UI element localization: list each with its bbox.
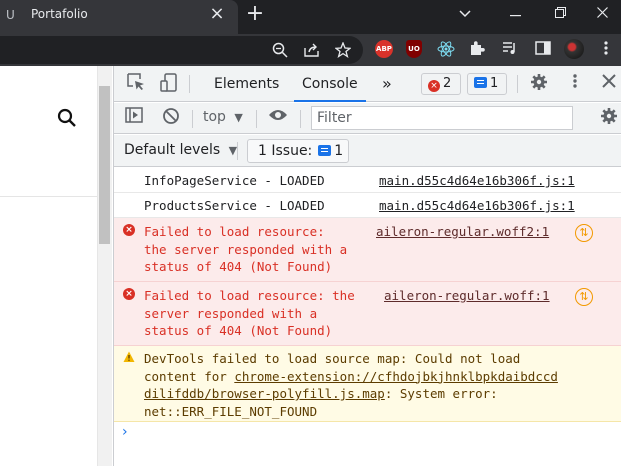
console-prompt-chevron-icon[interactable]: › [122,424,128,440]
console-settings-gear-icon[interactable] [598,107,620,129]
devtools-menu-icon[interactable] [564,73,586,95]
chevron-down-icon: ▼ [234,111,243,124]
tabbar-divider [189,75,190,93]
console-message-error: × Failed to load resource: the server re… [114,282,621,346]
message-text: InfoPageService - LOADED [144,173,325,188]
message-text-line: net::ERR_FILE_NOT_FOUND [144,403,318,419]
show-sidebar-icon[interactable] [123,107,145,129]
browser-toolbar [0,34,621,66]
message-text-fragment: content for [144,368,235,384]
extensions-puzzle-icon[interactable] [467,40,487,60]
console-message-error: × Failed to load resource: the server re… [114,218,621,282]
message-text: Failed to load resource: the server resp… [144,224,348,274]
issues-button[interactable]: 1 Issue: 1 [247,139,349,163]
ublock-origin-icon[interactable]: UO [406,40,422,58]
issues-count: 1 [334,143,344,159]
console-message-info: InfoPageService - LOADED main.d55c4d64e1… [114,168,621,193]
search-icon[interactable] [57,108,79,130]
message-text-fragment: : System error: [384,386,498,401]
source-link[interactable]: main.d55c4d64e16b306f.js:1 [379,172,575,190]
console-filter-bar: top ▼ Filter [114,103,621,134]
page-section [0,196,98,466]
page-scrollbar-thumb[interactable] [99,86,110,244]
source-link[interactable]: aileron-regular.woff:1 [384,287,550,305]
react-devtools-icon[interactable] [436,40,456,60]
message-text-line: DevTools failed to load source map: Coul… [144,351,521,366]
media-queue-icon[interactable] [500,40,520,60]
levels-divider [237,142,238,160]
tab-search-icon[interactable] [443,0,487,28]
error-icon: × [123,288,135,300]
console-message-warning: DevTools failed to load source map: Coul… [114,346,621,422]
close-window-icon[interactable] [580,0,621,28]
title-bar: U Portafolio × + [0,0,621,34]
restore-icon[interactable] [538,0,582,28]
network-request-icon[interactable]: ⇅ [575,288,593,306]
error-icon: × [428,80,440,92]
message-icon [474,77,487,88]
tab-title: Portafolio [31,7,88,21]
devtools-panel: Elements Console » × 2 1 top ▼ Filter De… [113,66,621,466]
zoom-icon[interactable] [270,40,290,60]
inspect-element-icon[interactable] [125,73,147,95]
context-selector-value: top [203,109,226,125]
console-levels-bar: Default levels ▼ 1 Issue: 1 [114,135,621,167]
tabbar-divider-2 [517,75,518,93]
live-expression-eye-icon[interactable] [266,107,290,129]
issues-label: 1 Issue: [258,143,313,159]
message-count-badge[interactable]: 1 [467,73,507,95]
console-message-info: ProductsService - LOADED main.d55c4d64e1… [114,193,621,218]
source-map-link-continued[interactable]: dilifddb/browser-polyfill.js.map [144,386,385,401]
settings-gear-icon[interactable] [528,73,550,95]
network-request-icon[interactable]: ⇅ [575,224,593,242]
filterbar-divider-2 [256,110,257,128]
log-levels-dropdown[interactable]: Default levels ▼ [124,142,237,158]
context-selector[interactable]: top ▼ [203,109,243,125]
log-levels-label: Default levels [124,142,221,158]
tab-close-icon[interactable]: × [208,4,226,24]
bookmark-star-icon[interactable] [333,40,353,60]
tab-console[interactable]: Console [294,66,366,102]
browser-tab[interactable]: U Portafolio × [0,0,238,34]
error-count: 2 [443,76,452,91]
source-link[interactable]: aileron-regular.woff2:1 [376,223,549,241]
filter-input[interactable]: Filter [311,106,573,130]
filterbar-divider [192,110,193,128]
close-devtools-icon[interactable] [598,73,620,95]
source-map-link[interactable]: chrome-extension://cfhdojbkjhnklbpkdaibd… [234,369,558,384]
chevron-down-icon: ▼ [228,144,238,157]
new-tab-icon[interactable]: + [244,2,266,26]
message-text: ProductsService - LOADED [144,198,325,213]
message-text-line: dilifddb/browser-polyfill.js.map: System… [144,385,498,403]
device-toolbar-icon[interactable] [158,73,180,95]
warning-icon [123,351,135,363]
adblock-plus-icon[interactable]: ABP [375,40,393,58]
profile-avatar[interactable] [564,39,584,59]
error-icon: × [123,224,135,236]
message-text-line: content for chrome-extension://cfhdojbkj… [144,368,558,386]
source-link[interactable]: main.d55c4d64e16b306f.js:1 [379,197,575,215]
tab-elements[interactable]: Elements [214,66,279,102]
more-tabs-button[interactable]: » [382,66,392,102]
message-text: Failed to load resource: the server resp… [144,288,355,338]
browser-menu-icon[interactable] [596,40,616,60]
side-panel-icon[interactable] [533,40,553,60]
minimize-icon[interactable] [493,0,537,28]
tab-favicon-icon: U [6,8,15,22]
message-count: 1 [490,76,499,91]
error-count-badge[interactable]: × 2 [421,73,461,95]
filterbar-divider-3 [300,110,301,128]
share-icon[interactable] [302,40,322,60]
console-messages: InfoPageService - LOADED main.d55c4d64e1… [114,168,621,466]
issue-icon [318,145,332,156]
clear-console-icon[interactable] [160,107,182,129]
devtools-tabbar: Elements Console » × 2 1 [114,66,621,102]
